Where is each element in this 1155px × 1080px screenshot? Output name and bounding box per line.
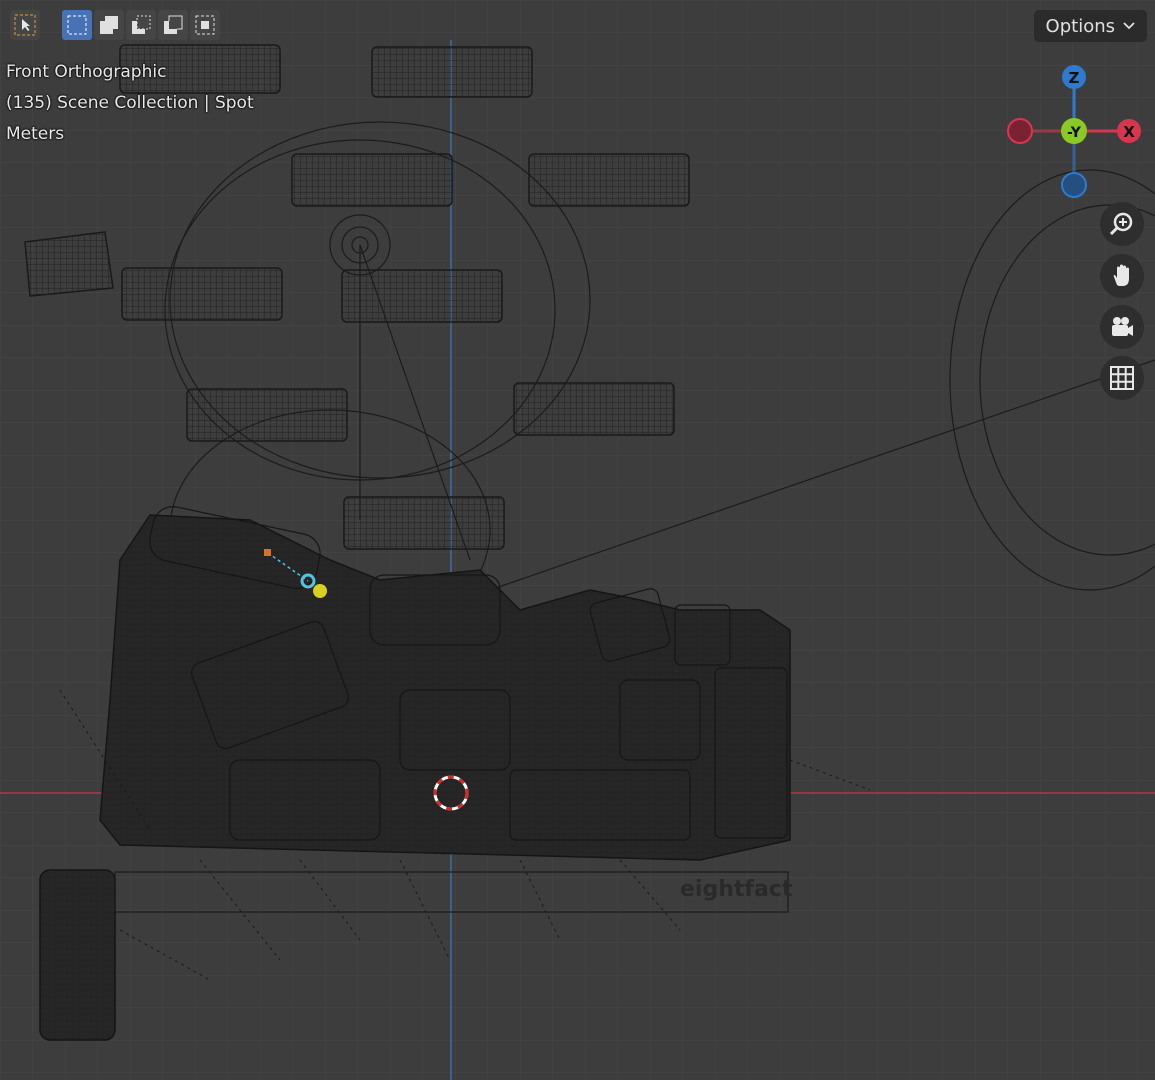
pan-button[interactable]	[1100, 254, 1144, 298]
zoom-button[interactable]	[1100, 202, 1144, 246]
camera-view-button[interactable]	[1100, 305, 1144, 349]
zoom-icon	[1109, 212, 1133, 236]
box-select-intersect-icon	[195, 15, 215, 35]
chevron-down-icon	[1123, 22, 1135, 30]
box-select-invert-icon	[164, 15, 183, 34]
units-label: Meters	[6, 124, 65, 144]
cursor-arrow-icon	[14, 14, 36, 36]
camera-icon	[1112, 317, 1133, 336]
gizmo-x-label: X	[1123, 123, 1135, 141]
hand-pan-icon	[1113, 264, 1129, 286]
gizmo-neg-z-handle	[1061, 172, 1087, 198]
view-name-label: Front Orthographic	[6, 62, 167, 82]
box-select-new-icon	[67, 15, 87, 35]
select-tool-button[interactable]	[10, 10, 40, 40]
navigation-gizmo[interactable]: Z -Y X	[1000, 60, 1150, 210]
box-select-intersect-button[interactable]	[190, 10, 220, 40]
selection-mode-group	[62, 10, 220, 40]
collection-info-label: (135) Scene Collection | Spot	[6, 93, 254, 113]
box-select-extend-button[interactable]	[94, 10, 124, 40]
options-dropdown[interactable]: Options	[1033, 10, 1147, 42]
header-toolbar	[10, 8, 220, 42]
box-select-subtract-button[interactable]	[126, 10, 156, 40]
box-select-new-button[interactable]	[62, 10, 92, 40]
box-select-subtract-icon	[132, 15, 151, 34]
gizmo-neg-x-handle	[1007, 118, 1033, 144]
options-label: Options	[1045, 15, 1115, 37]
grid-icon	[1110, 366, 1134, 390]
gizmo-z-label: Z	[1069, 69, 1080, 87]
viewport-scene[interactable]	[0, 0, 1155, 1080]
3d-viewport[interactable]: Options Front Orthographic (135) Scene C…	[0, 0, 1155, 1080]
box-select-extend-icon	[100, 16, 118, 34]
box-select-invert-button[interactable]	[158, 10, 188, 40]
watermark-text: eightfact	[680, 877, 793, 902]
projection-toggle-button[interactable]	[1100, 356, 1144, 400]
gizmo-y-label: -Y	[1067, 125, 1082, 141]
